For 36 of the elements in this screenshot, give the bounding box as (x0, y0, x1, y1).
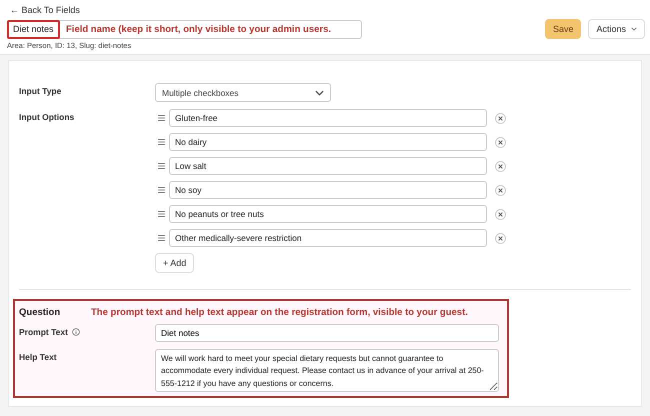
field-label: Help Text (19, 351, 58, 362)
option-input[interactable]: No soy (169, 181, 487, 199)
prompt-input[interactable]: Diet notes (155, 324, 499, 342)
remove-icon[interactable] (495, 112, 506, 124)
option-input[interactable]: Low salt (169, 157, 487, 175)
option-input[interactable]: No dairy (169, 133, 487, 151)
save-button[interactable]: Save (544, 19, 582, 39)
chevron-down-icon (315, 90, 324, 96)
remove-icon[interactable] (495, 136, 506, 148)
drag-handle-icon[interactable] (158, 187, 165, 193)
name-input[interactable]: Diet notes (7, 20, 60, 38)
drag-handle-icon[interactable] (158, 163, 165, 169)
caret-icon (631, 27, 637, 31)
field-label: Prompt Text (19, 327, 68, 337)
option-input[interactable]: No peanuts or tree nuts (169, 205, 487, 223)
remove-icon[interactable] (495, 184, 506, 196)
remove-icon[interactable] (495, 232, 506, 244)
drag-handle-icon[interactable] (158, 235, 165, 241)
option-input[interactable]: Gluten-free (169, 109, 487, 127)
section-title: Question (19, 307, 62, 318)
field-label: Input Options (19, 111, 76, 122)
remove-icon[interactable] (495, 160, 506, 172)
help-textarea[interactable]: We will work hard to meet your special dietary requests but cannot guarantee to accommodate every individual request. Please contact us in advance of your arrival at 250-555-1212 if you have any questions or concerns. (155, 349, 499, 392)
info-icon[interactable] (72, 328, 80, 336)
drag-handle-icon[interactable] (158, 211, 165, 217)
drag-handle-icon[interactable] (158, 139, 165, 145)
actions-button[interactable]: Actions (588, 19, 645, 39)
field-label: Input Type (19, 85, 62, 96)
annotation-text: Field name (keep it short, only visible to your admin users. (66, 24, 332, 34)
option-input[interactable]: Other medically-severe restriction (169, 229, 487, 247)
input-type-select[interactable]: Multiple checkboxes (155, 83, 331, 102)
annotation-text: The prompt text and help text appear on the registration form, visible to your guest. (91, 307, 468, 318)
remove-icon[interactable] (495, 208, 506, 220)
add-button[interactable]: + Add (155, 253, 194, 273)
back-link[interactable]: ← Back To Fields (10, 5, 80, 15)
drag-handle-icon[interactable] (158, 115, 165, 121)
